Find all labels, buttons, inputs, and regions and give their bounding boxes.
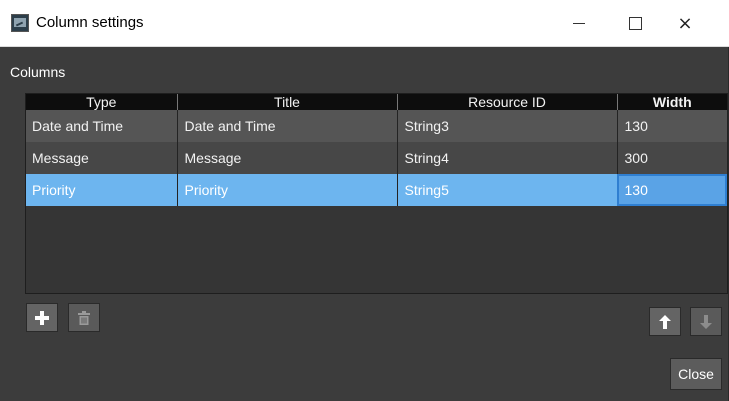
window-title: Column settings xyxy=(36,14,144,31)
header-type[interactable]: Type xyxy=(26,94,178,110)
cell-type[interactable]: Message xyxy=(26,142,178,174)
cell-type[interactable]: Date and Time xyxy=(26,110,178,142)
table-header-row: Type Title Resource ID Width xyxy=(26,94,727,110)
columns-table: Type Title Resource ID Width Date and Ti… xyxy=(26,94,728,206)
cell-resource-id[interactable]: String5 xyxy=(397,174,618,206)
cell-title[interactable]: Message xyxy=(177,142,398,174)
cell-width[interactable]: 130 xyxy=(617,110,728,142)
cell-type[interactable]: Priority xyxy=(26,174,178,206)
arrow-up-icon xyxy=(659,314,671,329)
table-row[interactable]: Message Message String4 300 xyxy=(26,142,728,174)
app-icon xyxy=(11,14,29,32)
add-column-button[interactable] xyxy=(26,303,58,332)
table-row-selected[interactable]: Priority Priority String5 130 xyxy=(26,174,728,206)
minimize-icon xyxy=(573,22,585,24)
close-button[interactable]: Close xyxy=(670,358,722,390)
maximize-button[interactable] xyxy=(610,0,660,46)
cell-resource-id[interactable]: String3 xyxy=(397,110,618,142)
header-title[interactable]: Title xyxy=(177,94,398,110)
title-bar[interactable]: Column settings × xyxy=(0,0,729,47)
cell-width-editing[interactable]: 130 xyxy=(617,174,728,206)
delete-column-button[interactable] xyxy=(68,303,100,332)
header-resource-id[interactable]: Resource ID xyxy=(397,94,618,110)
cell-width[interactable]: 300 xyxy=(617,142,728,174)
columns-grid[interactable]: Type Title Resource ID Width Date and Ti… xyxy=(25,93,728,294)
table-row[interactable]: Date and Time Date and Time String3 130 xyxy=(26,110,728,142)
move-down-button[interactable] xyxy=(690,307,722,336)
cell-resource-id[interactable]: String4 xyxy=(397,142,618,174)
column-settings-dialog: Column settings × Columns Type Title Res… xyxy=(0,0,729,401)
close-icon: × xyxy=(677,12,693,34)
cell-title[interactable]: Date and Time xyxy=(177,110,398,142)
columns-label: Columns xyxy=(10,64,66,80)
minimize-button[interactable] xyxy=(554,0,604,46)
trash-icon xyxy=(78,310,90,325)
maximize-icon xyxy=(628,16,642,30)
header-width[interactable]: Width xyxy=(617,94,727,110)
move-up-button[interactable] xyxy=(649,307,681,336)
arrow-down-icon xyxy=(700,314,712,329)
close-window-button[interactable]: × xyxy=(660,0,710,46)
plus-icon xyxy=(35,310,49,325)
cell-title[interactable]: Priority xyxy=(177,174,398,206)
